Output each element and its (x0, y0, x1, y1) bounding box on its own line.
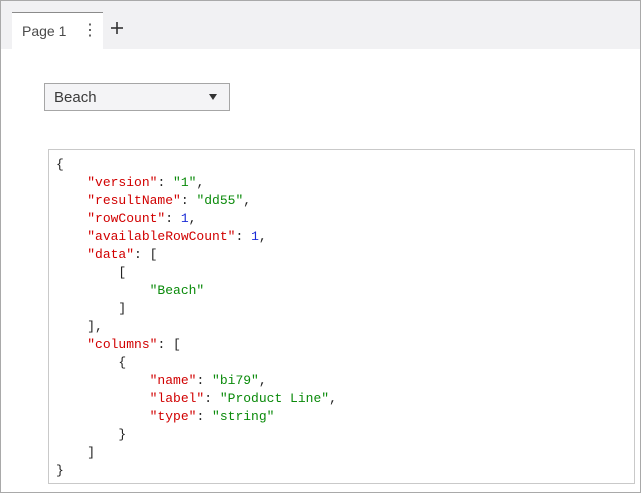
json-line: "availableRowCount": 1, (56, 228, 337, 246)
json-punctuation: { (56, 355, 127, 370)
json-punctuation: , (188, 211, 197, 226)
json-line: "resultName": "dd55", (56, 192, 337, 210)
json-line: "version": "1", (56, 174, 337, 192)
tab-bar: Page 1 ⋮ (1, 1, 640, 50)
json-punctuation: : (165, 211, 181, 226)
app-frame: Page 1 ⋮ Beach { "version": "1", "result… (0, 0, 641, 493)
json-key: "name" (149, 373, 197, 388)
json-punctuation: : (157, 175, 174, 190)
json-line: } (56, 426, 337, 444)
json-punctuation: } (56, 463, 64, 478)
json-punctuation: ] (56, 301, 127, 316)
json-string: "Product Line" (219, 391, 330, 406)
json-punctuation (56, 373, 150, 388)
json-number: 1 (180, 211, 189, 226)
json-punctuation (56, 229, 87, 244)
json-line: "Beach" (56, 282, 337, 300)
json-punctuation: , (243, 193, 252, 208)
json-punctuation: : (196, 373, 213, 388)
json-punctuation: : [ (157, 337, 181, 352)
json-punctuation (56, 409, 150, 424)
json-line: [ (56, 264, 337, 282)
json-viewer: { "version": "1", "resultName": "dd55", … (48, 149, 635, 484)
json-line: "label": "Product Line", (56, 390, 337, 408)
product-line-dropdown[interactable]: Beach (44, 83, 230, 111)
json-key: "label" (149, 391, 205, 406)
json-key: "version" (87, 175, 158, 190)
tab-label: Page 1 (22, 23, 67, 39)
json-key: "type" (149, 409, 197, 424)
json-punctuation: , (196, 175, 205, 190)
json-string: "Beach" (149, 283, 205, 298)
dropdown-selected-value: Beach (54, 89, 97, 106)
json-line: ] (56, 444, 337, 462)
plus-icon[interactable] (108, 19, 126, 37)
json-punctuation: } (56, 427, 127, 442)
json-punctuation: : (204, 391, 220, 406)
json-punctuation (56, 391, 150, 406)
json-punctuation: { (56, 157, 64, 172)
json-string: "bi79" (212, 373, 259, 388)
json-line: "columns": [ (56, 336, 337, 354)
json-string: "1" (173, 175, 197, 190)
json-punctuation (56, 283, 150, 298)
json-key: "resultName" (87, 193, 181, 208)
vertical-ellipsis-icon[interactable]: ⋮ (82, 22, 98, 40)
json-punctuation: : (180, 193, 197, 208)
json-punctuation: [ (56, 265, 127, 280)
json-line: ] (56, 300, 337, 318)
json-line: "data": [ (56, 246, 337, 264)
json-string: "string" (212, 409, 275, 424)
json-punctuation: , (329, 391, 337, 406)
json-key: "availableRowCount" (87, 229, 236, 244)
json-line: ], (56, 318, 337, 336)
json-line: { (56, 354, 337, 372)
json-code-block: { "version": "1", "resultName": "dd55", … (56, 156, 337, 480)
json-key: "columns" (87, 337, 158, 352)
json-punctuation (56, 193, 87, 208)
json-line: "name": "bi79", (56, 372, 337, 390)
caret-down-icon (209, 94, 217, 100)
json-punctuation: , (258, 373, 267, 388)
json-punctuation: : (196, 409, 213, 424)
json-punctuation (56, 175, 87, 190)
json-line: } (56, 462, 337, 480)
json-punctuation (56, 337, 87, 352)
json-punctuation: , (258, 229, 267, 244)
json-punctuation (56, 247, 87, 262)
json-string: "dd55" (196, 193, 244, 208)
json-line: "type": "string" (56, 408, 337, 426)
json-punctuation (56, 211, 87, 226)
json-key: "rowCount" (87, 211, 166, 226)
json-punctuation: ] (56, 445, 96, 460)
json-line: "rowCount": 1, (56, 210, 337, 228)
json-punctuation: : (235, 229, 252, 244)
json-punctuation: ], (56, 319, 103, 334)
json-number: 1 (251, 229, 259, 244)
json-punctuation: : [ (134, 247, 158, 262)
json-key: "data" (87, 247, 135, 262)
json-line: { (56, 156, 337, 174)
tab-page-1[interactable]: Page 1 ⋮ (12, 12, 103, 50)
